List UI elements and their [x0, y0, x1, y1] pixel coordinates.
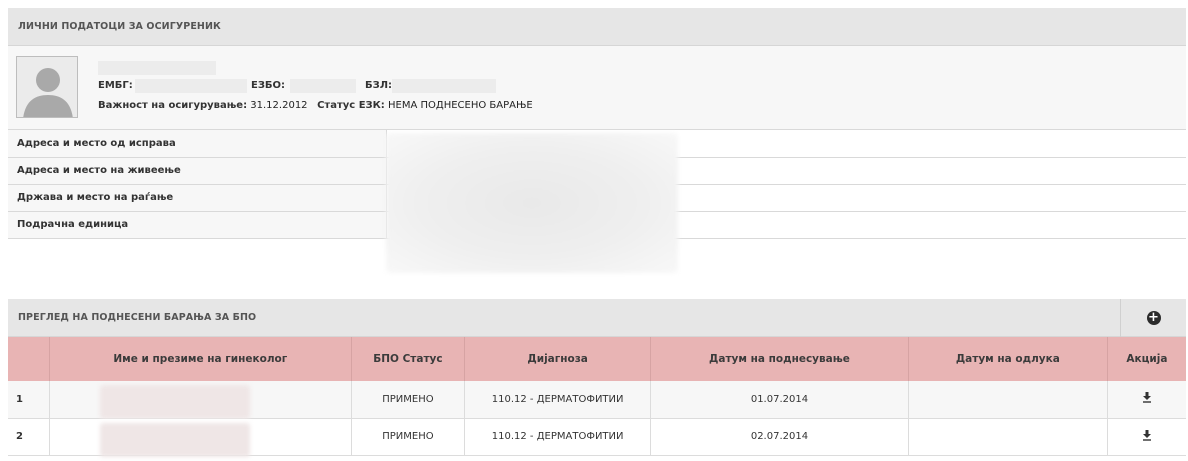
requests-header: ПРЕГЛЕД НА ПОДНЕСЕНИ БАРАЊА ЗА БПО + [8, 298, 1186, 337]
submitted-date-cell: 01.07.2014 [650, 381, 909, 419]
personal-info-title: ЛИЧНИ ПОДАТОЦИ ЗА ОСИГУРЕНИК [18, 21, 221, 32]
validity-value: 31.12.2012 [250, 100, 308, 111]
id-line: ЕМБГ: [98, 80, 133, 91]
status-cell: ПРИМЕНО [351, 381, 466, 419]
requests-table: Име и презиме на гинеколог БПО Статус Ди… [8, 337, 1186, 457]
row-number: 2 [8, 418, 51, 456]
table-header-row: Име и презиме на гинеколог БПО Статус Ди… [8, 337, 1186, 381]
ezbo-label: ЕЗБО: [251, 80, 286, 91]
ezbo-redacted [290, 79, 356, 93]
gynecologist-redacted [100, 422, 251, 457]
validity-label: Важност на осигурување: [98, 100, 248, 111]
table-row[interactable]: 2 ПРИМЕНО 110.12 - ДЕРМАТОФИТИИ 02.07.20… [8, 418, 1186, 457]
ezbo-wrap: ЕЗБО: [251, 80, 285, 91]
bzl-redacted [392, 79, 496, 93]
bzl-label: БЗЛ: [365, 80, 393, 91]
detail-label: Држава и место на раѓање [8, 184, 387, 212]
detail-label: Адреса и место од исправа [8, 130, 387, 158]
status-label: Статус ЕЗК: [317, 100, 385, 111]
detail-label: Адреса и место на живеење [8, 157, 387, 185]
status-value: НЕМА ПОДНЕСЕНО БАРАЊЕ [388, 100, 533, 111]
action-cell [1107, 418, 1186, 456]
validity-line: Важност на осигурување: 31.12.2012 Стату… [98, 100, 533, 111]
requests-title: ПРЕГЛЕД НА ПОДНЕСЕНИ БАРАЊА ЗА БПО [18, 312, 257, 323]
status-cell: ПРИМЕНО [351, 418, 466, 456]
column-header-index [8, 337, 51, 381]
action-cell [1107, 381, 1186, 419]
decision-date-cell [908, 418, 1108, 456]
column-header-decision[interactable]: Датум на одлука [908, 337, 1108, 381]
diagnosis-cell: 110.12 - ДЕРМАТОФИТИИ [464, 418, 652, 456]
personal-info-header: ЛИЧНИ ПОДАТОЦИ ЗА ОСИГУРЕНИК [8, 8, 1186, 46]
column-header-gynecologist[interactable]: Име и презиме на гинеколог [49, 337, 352, 381]
bzl-wrap: БЗЛ: [365, 80, 392, 91]
submitted-date-cell: 02.07.2014 [650, 418, 909, 456]
detail-label: Подрачна единица [8, 211, 387, 239]
decision-date-cell [908, 381, 1108, 419]
user-silhouette-icon [17, 57, 77, 117]
diagnosis-cell: 110.12 - ДЕРМАТОФИТИИ [464, 381, 652, 419]
column-header-submitted[interactable]: Датум на поднесување [650, 337, 909, 381]
column-header-diagnosis[interactable]: Дијагноза [464, 337, 652, 381]
table-row[interactable]: 1 ПРИМЕНО 110.12 - ДЕРМАТОФИТИИ 01.07.20… [8, 381, 1186, 419]
avatar [16, 56, 78, 118]
column-header-status[interactable]: БПО Статус [351, 337, 466, 381]
row-number: 1 [8, 381, 51, 419]
embg-redacted [135, 79, 247, 93]
name-redacted [98, 61, 216, 75]
download-icon[interactable] [1142, 429, 1152, 441]
gynecologist-redacted [100, 385, 251, 419]
gynecologist-cell [49, 381, 352, 419]
details-redacted [386, 133, 678, 273]
plus-circle-icon: + [1146, 309, 1161, 325]
profile-summary: ЕМБГ: ЕЗБО: БЗЛ: Важност на осигурување:… [8, 46, 1186, 130]
embg-label: ЕМБГ: [98, 80, 133, 91]
requests-panel: ПРЕГЛЕД НА ПОДНЕСЕНИ БАРАЊА ЗА БПО + Име… [8, 298, 1186, 457]
column-header-action: Акција [1107, 337, 1186, 381]
gynecologist-cell [49, 418, 352, 457]
download-icon[interactable] [1142, 392, 1152, 403]
add-request-button[interactable]: + [1120, 298, 1186, 337]
